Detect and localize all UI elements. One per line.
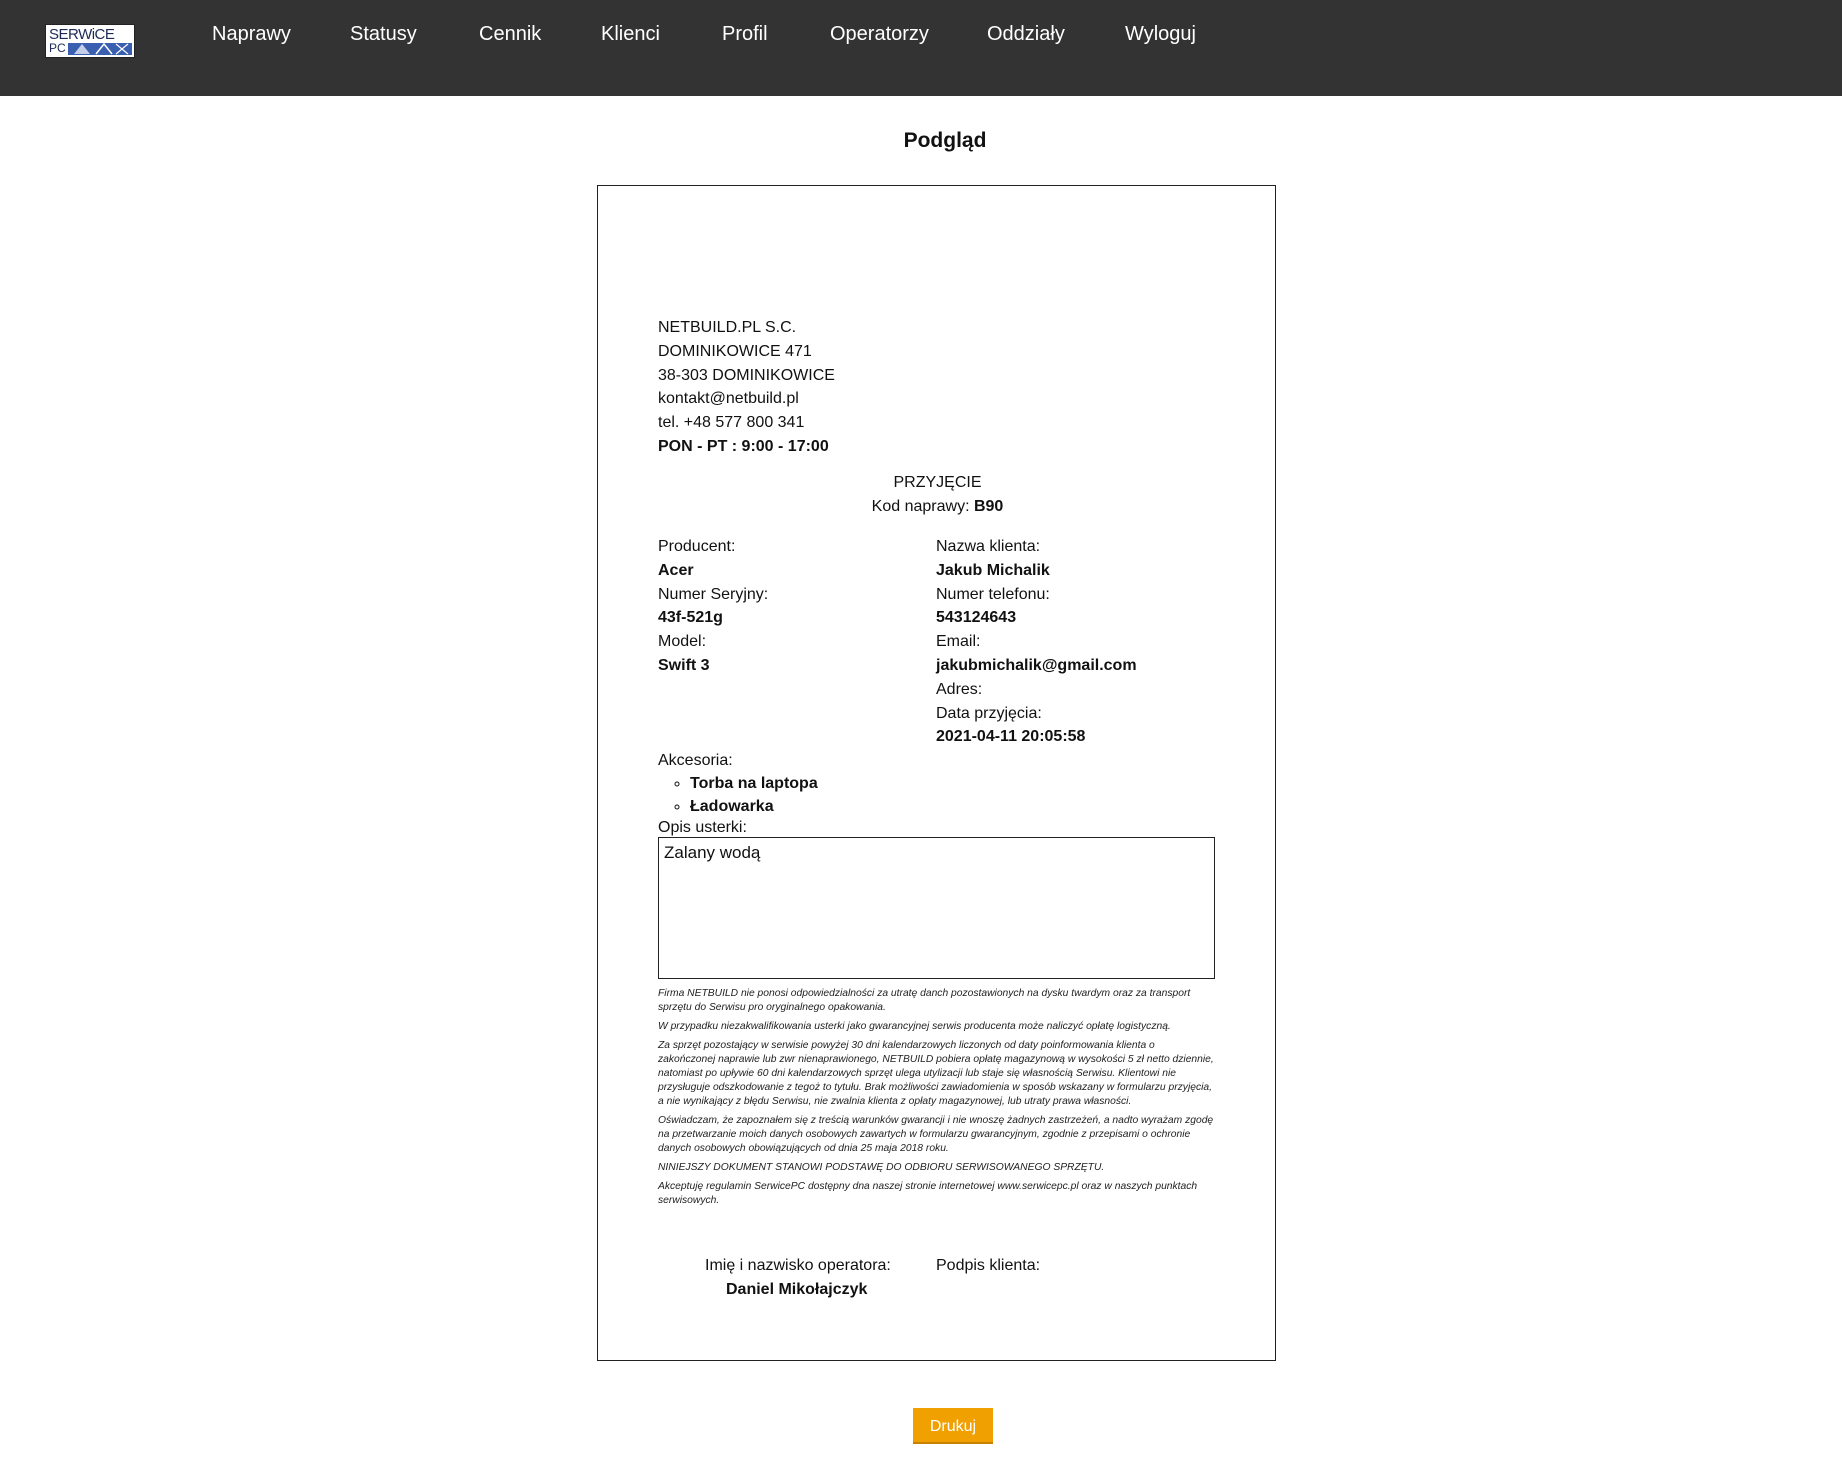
company-email: kontakt@netbuild.pl xyxy=(658,390,799,408)
repair-document-preview: NETBUILD.PL S.C. DOMINIKOWICE 471 38-303… xyxy=(597,185,1276,1361)
accessories: Akcesoria: Torba na laptopa Ładowarka xyxy=(658,749,818,818)
accessories-list: Torba na laptopa Ładowarka xyxy=(658,772,818,818)
model-value: Swift 3 xyxy=(658,656,710,674)
accessories-label: Akcesoria: xyxy=(658,752,733,769)
client-email-label: Email: xyxy=(936,633,981,651)
nav-wyloguj[interactable]: Wyloguj xyxy=(1125,22,1196,46)
fault-description-box: Zalany wodą xyxy=(658,837,1215,979)
client-phone-label: Numer telefonu: xyxy=(936,585,1050,603)
operator-name: Daniel Mikołajczyk xyxy=(726,1281,868,1298)
nav-profil[interactable]: Profil xyxy=(722,22,768,46)
logo-graphic-icon xyxy=(68,43,132,55)
nav-statusy[interactable]: Statusy xyxy=(350,22,417,46)
model-label: Model: xyxy=(658,633,707,651)
device-details: Producent: Acer Numer Seryjny: 43f-521g … xyxy=(658,535,768,678)
client-address-label: Adres: xyxy=(936,680,983,698)
client-details: Nazwa klienta: Jakub Michalik Numer tele… xyxy=(936,535,1137,749)
company-street: DOMINIKOWICE 471 xyxy=(658,342,812,360)
repair-code-label: Kod naprawy: xyxy=(871,498,970,515)
terms-and-conditions: Firma NETBUILD nie ponosi odpowiedzialno… xyxy=(658,987,1214,1213)
client-email-value: jakubmichalik@gmail.com xyxy=(936,656,1137,674)
terms-paragraph: Oświadczam, że zapoznałem się z treścią … xyxy=(658,1115,1214,1154)
page-title: Podgląd xyxy=(903,129,987,152)
terms-paragraph: Za sprzęt pozostający w serwisie powyżej… xyxy=(658,1040,1214,1107)
nav-oddzialy[interactable]: Oddziały xyxy=(987,22,1065,46)
company-name: NETBUILD.PL S.C. xyxy=(658,319,797,336)
fault-description-label: Opis usterki: xyxy=(658,819,747,836)
receipt-type: PRZYJĘCIE xyxy=(893,474,982,491)
company-info: NETBUILD.PL S.C. DOMINIKOWICE 471 38-303… xyxy=(658,316,835,459)
terms-paragraph: Firma NETBUILD nie ponosi odpowiedzialno… xyxy=(658,988,1191,1013)
client-name-label: Nazwa klienta: xyxy=(936,538,1041,555)
terms-paragraph: NINIEJSZY DOKUMENT STANOWI PODSTAWĘ DO O… xyxy=(658,1162,1105,1173)
nav-klienci[interactable]: Klienci xyxy=(601,22,660,46)
top-navigation-bar: SERWiCE PC Naprawy Statusy Cennik Klienc… xyxy=(0,0,1842,96)
logo-sub: PC xyxy=(49,41,66,55)
terms-paragraph: Akceptuję regulamin SerwicePC dostępny d… xyxy=(658,1181,1198,1206)
repair-code-value: B90 xyxy=(973,498,1004,515)
nav-operatorzy[interactable]: Operatorzy xyxy=(830,22,929,46)
repair-code-line: Kod naprawy: B90 xyxy=(598,495,1277,519)
intake-date-value: 2021-04-11 20:05:58 xyxy=(936,728,1086,746)
serial-label: Numer Seryjny: xyxy=(658,585,769,603)
company-city: 38-303 DOMINIKOWICE xyxy=(658,366,835,384)
terms-paragraph: W przypadku niezakwalifikowania usterki … xyxy=(658,1021,1171,1032)
client-signature-label: Podpis klienta: xyxy=(936,1257,1041,1274)
company-phone: tel. +48 577 800 341 xyxy=(658,414,805,432)
client-phone-value: 543124643 xyxy=(936,609,1017,627)
client-name-value: Jakub Michalik xyxy=(936,561,1050,579)
nav-cennik[interactable]: Cennik xyxy=(479,22,541,46)
serial-value: 43f-521g xyxy=(658,609,723,627)
intake-date-label: Data przyjęcia: xyxy=(936,704,1042,722)
producer-value: Acer xyxy=(658,561,694,579)
accessory-item: Torba na laptopa xyxy=(690,772,818,795)
company-hours: PON - PT : 9:00 - 17:00 xyxy=(658,437,829,455)
nav-naprawy[interactable]: Naprawy xyxy=(212,22,291,46)
serwicepc-logo[interactable]: SERWiCE PC xyxy=(45,24,135,58)
operator-label: Imię i nazwisko operatora: xyxy=(705,1257,891,1274)
receipt-header: PRZYJĘCIE Kod naprawy: B90 xyxy=(598,471,1277,519)
accessory-item: Ładowarka xyxy=(690,795,818,818)
producer-label: Producent: xyxy=(658,538,736,555)
print-button[interactable]: Drukuj xyxy=(913,1408,993,1444)
